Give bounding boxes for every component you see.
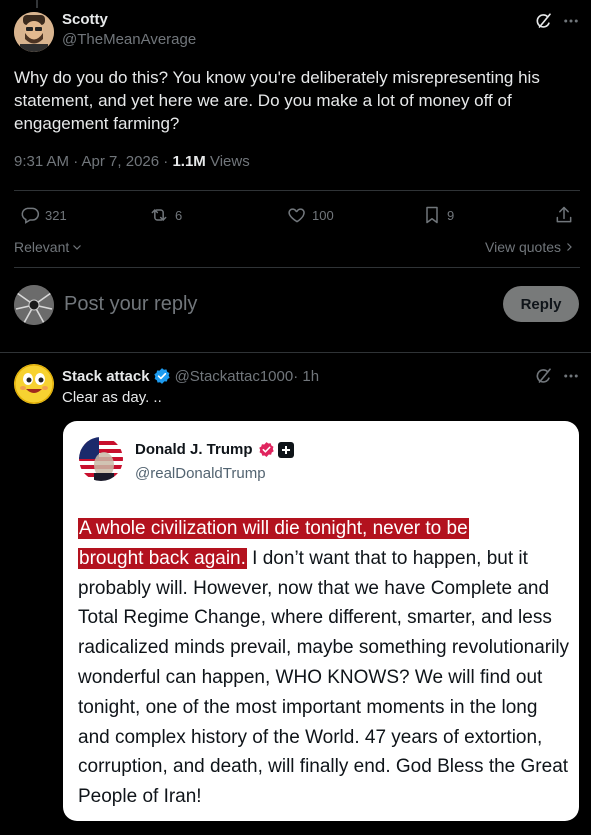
chevron-down-icon: [71, 241, 83, 253]
reply-icon: [20, 205, 40, 225]
bookmark-count: 9: [447, 207, 455, 223]
repost-icon: [148, 205, 170, 225]
divider: [14, 190, 580, 191]
reply-timestamp[interactable]: · 1h: [293, 368, 319, 385]
bookmark-icon: [422, 205, 442, 225]
reply-text: Clear as day. ..: [62, 389, 162, 406]
quoted-avatar: [79, 437, 123, 481]
views-label: Views: [205, 153, 250, 170]
author-avatar[interactable]: [14, 12, 54, 52]
sort-label: Relevant: [14, 239, 70, 255]
reply-author-name[interactable]: Stack attack: [62, 368, 150, 385]
quoted-post-image[interactable]: Donald J. Trump @realDonaldTrump A whole…: [63, 421, 579, 821]
quoted-text-body: probably will. However, now that we have…: [78, 577, 570, 808]
author-handle[interactable]: @TheMeanAverage: [62, 31, 196, 48]
quoted-text-line-2-rest: I don’t want that to happen, but it: [246, 547, 528, 569]
highlight-line-2: brought back again.: [78, 547, 247, 569]
post-text: Why do you do this? You know you're deli…: [14, 68, 540, 133]
grok-icon[interactable]: [535, 12, 553, 30]
author-name[interactable]: Scotty: [62, 11, 108, 28]
user-avatar[interactable]: [14, 285, 54, 325]
view-quotes-label: View quotes: [485, 239, 562, 255]
repost-action[interactable]: 6: [148, 205, 182, 225]
reply-input[interactable]: Post your reply: [64, 293, 197, 316]
reply-author-handle[interactable]: @Stackattac1000: [175, 368, 294, 385]
quoted-author-handle: @realDonaldTrump: [135, 465, 266, 482]
grok-icon[interactable]: [535, 367, 553, 385]
repost-count: 6: [175, 207, 183, 223]
thread-line: [36, 0, 38, 8]
divider: [0, 352, 591, 353]
views-count: 1.1M: [172, 153, 206, 170]
more-icon[interactable]: [562, 367, 580, 385]
quoted-author-name: Donald J. Trump: [135, 441, 253, 458]
like-icon: [287, 205, 307, 225]
quoted-header: Donald J. Trump: [135, 441, 294, 458]
reply-button[interactable]: Reply: [503, 286, 579, 322]
reply-action[interactable]: 321: [20, 205, 67, 225]
verified-badge-icon: [153, 367, 171, 385]
reply-author-avatar[interactable]: [14, 364, 54, 404]
bookmark-action[interactable]: 9: [422, 205, 454, 225]
divider: [14, 267, 580, 268]
quoted-post-text: A whole civilization will die tonight, n…: [78, 514, 573, 812]
reply-header: Stack attack @Stackattac1000 · 1h: [62, 367, 319, 385]
highlight-line-1: A whole civilization will die tonight, n…: [78, 518, 469, 539]
like-action[interactable]: 100: [287, 205, 334, 225]
verified-badge-icon: [258, 441, 275, 458]
reply-count: 321: [45, 207, 67, 223]
view-quotes-link[interactable]: View quotes: [485, 239, 575, 255]
more-icon[interactable]: [562, 12, 580, 30]
share-icon[interactable]: [554, 205, 574, 225]
post-meta: 9:31 AM · Apr 7, 2026 · 1.1M Views: [14, 153, 250, 170]
chevron-right-icon: [563, 241, 575, 253]
plus-badge-icon: [277, 441, 294, 458]
sort-dropdown[interactable]: Relevant: [14, 239, 83, 255]
like-count: 100: [312, 207, 334, 223]
post-timestamp[interactable]: 9:31 AM · Apr 7, 2026 ·: [14, 153, 172, 170]
